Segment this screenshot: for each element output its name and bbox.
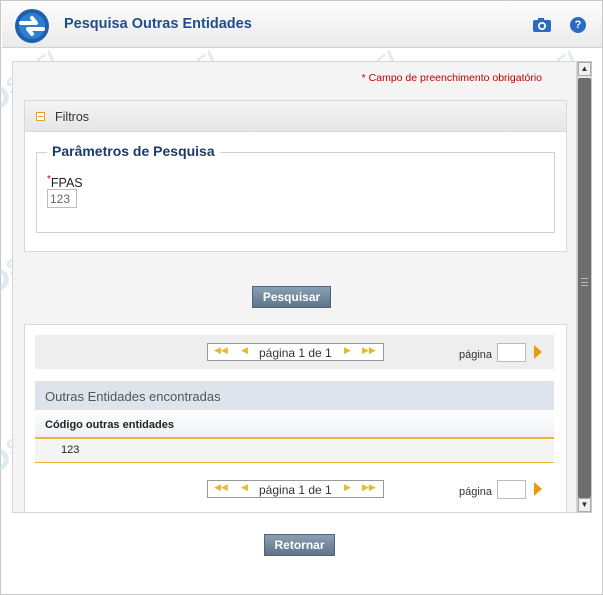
next-page-icon[interactable]: ▶ [344,345,351,356]
pager-top: ◀◀ ◀ página 1 de 1 ▶ ▶▶ página [35,335,554,369]
vertical-scrollbar[interactable]: ▲ ▼ [577,61,592,513]
title-bar: Pesquisa Outras Entidades ? [2,2,602,48]
collapse-icon[interactable] [36,112,45,121]
next-page-icon[interactable]: ▶ [344,482,351,493]
table-row[interactable]: 123 [35,439,554,463]
siafi-logo-icon [15,9,49,43]
grip-icon [581,278,588,286]
app-window: SIAFI SIAFI SIAFI SIAFI SIAFI SIAFI SIAF… [0,0,603,595]
last-page-icon[interactable]: ▶▶ [362,482,376,493]
table-caption: Outras Entidades encontradas [35,381,554,410]
scroll-up-icon[interactable]: ▲ [578,62,591,76]
page-jump-label: página [459,486,493,498]
first-page-icon[interactable]: ◀◀ [214,345,228,356]
last-page-icon[interactable]: ▶▶ [362,345,376,356]
camera-icon[interactable] [532,17,552,33]
required-field-note: * Campo de preenchimento obrigatório [361,72,542,84]
results-table: Outras Entidades encontradas Código outr… [35,381,554,464]
scroll-down-icon[interactable]: ▼ [578,498,591,512]
page-indicator: página 1 de 1 [259,346,332,360]
help-icon[interactable]: ? [570,17,586,33]
pager-bottom: ◀◀ ◀ página 1 de 1 ▶ ▶▶ página [35,472,554,506]
prev-page-icon[interactable]: ◀ [241,345,248,356]
main-content: * Campo de preenchimento obrigatório Fil… [12,61,577,513]
page-title: Pesquisa Outras Entidades [64,16,252,32]
first-page-icon[interactable]: ◀◀ [214,482,228,493]
prev-page-icon[interactable]: ◀ [241,482,248,493]
page-jump-input[interactable] [497,343,526,362]
filters-label: Filtros [55,110,90,124]
go-page-icon[interactable] [534,345,542,359]
page-indicator: página 1 de 1 [259,483,332,497]
results-panel: ◀◀ ◀ página 1 de 1 ▶ ▶▶ página Outras En… [24,324,567,512]
filters-panel: Filtros Parâmetros de Pesquisa *FPAS [24,100,567,252]
go-page-icon[interactable] [534,482,542,496]
page-jump-input[interactable] [497,480,526,499]
scrollbar-thumb[interactable] [578,78,591,498]
pager-box: ◀◀ ◀ página 1 de 1 ▶ ▶▶ [207,343,384,361]
search-parameters-legend: Parâmetros de Pesquisa [47,143,220,159]
fpas-label: *FPAS [47,174,83,191]
return-button[interactable]: Retornar [264,534,335,556]
pager-box: ◀◀ ◀ página 1 de 1 ▶ ▶▶ [207,480,384,498]
search-button[interactable]: Pesquisar [252,286,331,308]
page-jump-label: página [459,349,493,361]
column-header-codigo[interactable]: Código outras entidades [35,410,554,439]
filters-header[interactable]: Filtros [25,101,566,132]
search-parameters-fieldset: Parâmetros de Pesquisa *FPAS [36,143,555,233]
fpas-input[interactable] [47,189,77,208]
